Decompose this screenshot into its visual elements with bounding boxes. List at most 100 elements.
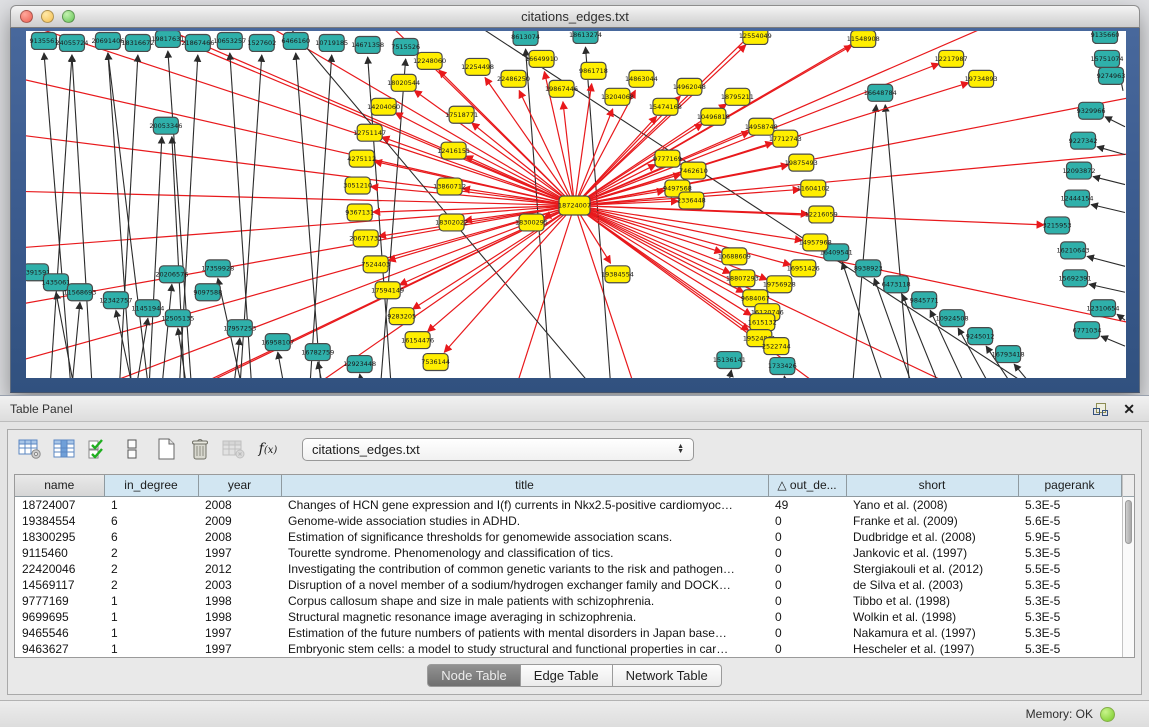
graph-node[interactable]: 14863044 <box>625 70 658 87</box>
graph-node[interactable]: 9245012 <box>966 328 995 345</box>
graph-node[interactable]: 2336448 <box>677 192 706 209</box>
tab-edge-table[interactable]: Edge Table <box>521 664 613 687</box>
graph-edge-black[interactable] <box>44 53 76 378</box>
tab-network-table[interactable]: Network Table <box>613 664 722 687</box>
graph-edge-black[interactable] <box>1089 284 1125 292</box>
tab-node-table[interactable]: Node Table <box>427 664 521 687</box>
graph-node[interactable]: 15751074 <box>1091 50 1124 67</box>
graph-node[interactable]: 9227342 <box>1069 132 1098 149</box>
graph-edge-black[interactable] <box>360 374 376 378</box>
graph-node[interactable]: 14204060 <box>367 98 400 115</box>
graph-node[interactable]: 9329966 <box>1077 102 1106 119</box>
graph-edge-black[interactable] <box>318 362 336 378</box>
graph-node[interactable]: 12923448 <box>343 356 376 373</box>
graph-node[interactable]: 8938923 <box>854 260 883 277</box>
graph-node[interactable]: 11548908 <box>847 31 880 47</box>
table-row[interactable]: 946554611997Estimation of the future num… <box>15 625 1121 641</box>
graph-node[interactable]: 13860712 <box>433 178 466 195</box>
graph-node[interactable]: 15474168 <box>649 98 682 115</box>
graph-node[interactable]: 14957968 <box>799 234 832 251</box>
graph-node[interactable]: 2522744 <box>762 338 791 355</box>
graph-node[interactable]: 6473118 <box>882 276 911 293</box>
graph-edge-black[interactable] <box>146 137 162 378</box>
graph-node[interactable]: 9367131 <box>345 204 374 221</box>
table-row[interactable]: 1830029562008Estimation of significance … <box>15 529 1121 545</box>
graph-edge-red[interactable] <box>388 205 574 260</box>
graph-node[interactable]: 19875493 <box>785 154 818 171</box>
graph-edge-red[interactable] <box>575 205 791 264</box>
graph-node[interactable]: 7536144 <box>421 354 450 371</box>
network-graph[interactable]: 9135561240557242069140618316672198176312… <box>26 31 1126 378</box>
graph-node[interactable]: 18807293 <box>726 270 759 287</box>
graph-node[interactable]: 18020544 <box>387 74 420 91</box>
graph-node[interactable]: 12505135 <box>161 310 194 327</box>
graph-node[interactable]: 1527602 <box>247 34 276 51</box>
graph-node[interactable]: 10924508 <box>936 310 969 327</box>
graph-node[interactable]: 16793418 <box>992 346 1025 363</box>
graph-node[interactable]: 12444154 <box>1061 190 1094 207</box>
graph-edge-black[interactable] <box>1091 205 1125 213</box>
graph-edge-red[interactable] <box>575 84 592 206</box>
graph-node[interactable]: 17518771 <box>445 106 478 123</box>
graph-node[interactable]: 9274963 <box>1097 67 1126 84</box>
graph-hub-node[interactable]: 18724007 <box>558 196 591 215</box>
graph-node[interactable]: 12254498 <box>461 58 494 75</box>
graph-node[interactable]: 11568693 <box>63 284 96 301</box>
column-header-name[interactable]: name <box>15 475 104 496</box>
network-canvas[interactable]: 9135561240557242069140618316672198176312… <box>26 31 1126 378</box>
select-all-rows-button[interactable] <box>84 435 112 463</box>
graph-node[interactable]: 19734893 <box>965 70 998 87</box>
table-row[interactable]: 969969511998Structural magnetic resonanc… <box>15 609 1121 625</box>
graph-node[interactable]: 16958107 <box>261 334 294 351</box>
graph-edge-black[interactable] <box>1093 177 1125 185</box>
graph-node[interactable]: 11451944 <box>131 300 164 317</box>
delete-column-button[interactable] <box>186 435 214 463</box>
graph-node[interactable]: 12217987 <box>935 50 968 67</box>
graph-node[interactable]: 10653257 <box>213 32 246 49</box>
graph-node[interactable]: 1615132 <box>748 314 777 331</box>
graph-node[interactable]: 10719185 <box>315 34 348 51</box>
graph-edge-black[interactable] <box>72 55 96 378</box>
graph-node[interactable]: 3215953 <box>1043 217 1072 234</box>
row-height-button[interactable] <box>118 435 146 463</box>
graph-node[interactable]: 20691406 <box>91 32 124 49</box>
graph-node[interactable]: 14962048 <box>673 78 706 95</box>
graph-node[interactable]: 9135660 <box>1091 31 1120 43</box>
minimize-window-button[interactable] <box>41 10 54 23</box>
column-header-pagerank[interactable]: pagerank <box>1018 475 1121 496</box>
graph-node[interactable]: 4275112 <box>347 150 376 167</box>
graph-edge-black[interactable] <box>1097 147 1125 155</box>
graph-node[interactable]: 11604102 <box>797 180 830 197</box>
new-column-button[interactable] <box>152 435 180 463</box>
graph-node[interactable]: 12248060 <box>413 52 446 69</box>
graph-node[interactable]: 12216059 <box>805 206 838 223</box>
graph-node[interactable]: 12342757 <box>99 292 132 309</box>
graph-edge-red[interactable] <box>575 31 1046 205</box>
graph-node[interactable]: 17712743 <box>769 130 802 147</box>
graph-node[interactable]: 19384554 <box>601 266 634 283</box>
graph-node[interactable]: 18795211 <box>721 88 754 105</box>
network-window-titlebar[interactable]: citations_edges.txt <box>10 5 1140 28</box>
graph-node[interactable]: 12310654 <box>1087 300 1120 317</box>
graph-node[interactable]: 20671731 <box>349 230 382 247</box>
function-builder-button[interactable]: f(x) <box>254 435 282 463</box>
graph-node[interactable]: 6771034 <box>1073 322 1102 339</box>
graph-node[interactable]: 16782759 <box>301 344 334 361</box>
delete-table-button[interactable] <box>220 435 248 463</box>
graph-node[interactable]: 18302022 <box>435 214 468 231</box>
column-header-in-degree[interactable]: in_degree <box>104 475 198 496</box>
graph-node[interactable]: 8613074 <box>511 31 540 45</box>
graph-node[interactable]: 6466160 <box>281 32 310 49</box>
table-row[interactable]: 2242004622012Investigating the contribut… <box>15 561 1121 577</box>
table-row[interactable]: 911546021997Tourette syndrome. Phenomeno… <box>15 545 1121 561</box>
graph-node[interactable]: 15136141 <box>713 352 746 369</box>
graph-node[interactable]: 13204068 <box>601 88 634 105</box>
table-mode-button[interactable] <box>16 435 44 463</box>
graph-edge-black[interactable] <box>1014 364 1085 378</box>
graph-edge-red[interactable] <box>563 102 575 206</box>
table-select[interactable]: citations_edges.txt ▲▼ <box>302 438 694 461</box>
graph-node[interactable]: 21867466 <box>181 34 214 51</box>
graph-node[interactable]: 9845771 <box>910 292 939 309</box>
graph-edge-red[interactable] <box>575 205 722 252</box>
graph-edge-red[interactable] <box>226 31 575 205</box>
